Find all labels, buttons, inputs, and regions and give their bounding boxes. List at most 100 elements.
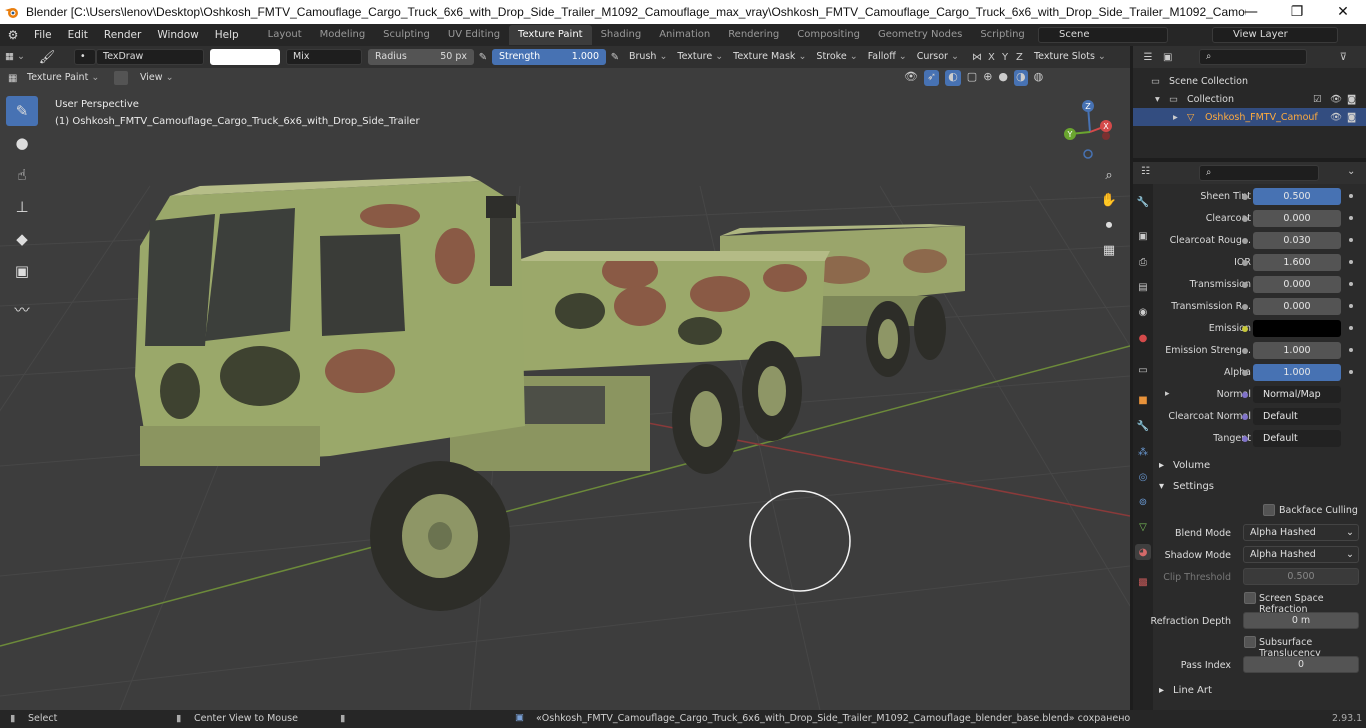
- close-button[interactable]: ✕: [1320, 0, 1366, 24]
- strength-pressure-icon[interactable]: ✎: [606, 52, 624, 63]
- screen-space-refraction-checkbox[interactable]: [1244, 592, 1256, 604]
- outliner-object-row[interactable]: ▸ ▽ Oshkosh_FMTV_Camouf 👁 ◙: [1133, 108, 1366, 126]
- camera-view-icon[interactable]: ⏺: [1098, 214, 1120, 236]
- axis-x-toggle[interactable]: X: [988, 52, 1002, 63]
- rendered-shading-icon[interactable]: ◍: [1034, 70, 1044, 86]
- properties-options-icon[interactable]: ⌄: [1347, 166, 1355, 177]
- tab-texture-paint[interactable]: Texture Paint: [509, 25, 592, 45]
- tab-animation[interactable]: Animation: [650, 25, 719, 45]
- outliner-editor-icon[interactable]: ☰: [1133, 52, 1163, 63]
- refraction-depth-field[interactable]: 0 m: [1243, 612, 1359, 629]
- tab-sculpting[interactable]: Sculpting: [374, 25, 439, 45]
- socket-icon[interactable]: [1242, 326, 1248, 332]
- socket-icon[interactable]: [1242, 348, 1248, 354]
- socket-icon[interactable]: [1242, 238, 1248, 244]
- normal-expand-icon[interactable]: ▸: [1165, 389, 1170, 399]
- brush-name-field[interactable]: TexDraw: [96, 49, 204, 65]
- menu-window[interactable]: Window: [149, 24, 206, 46]
- socket-icon[interactable]: [1242, 282, 1248, 288]
- tab-constraints-icon[interactable]: ⊚: [1135, 494, 1151, 510]
- tab-modeling[interactable]: Modeling: [311, 25, 375, 45]
- prop-value-alpha[interactable]: 1.000: [1253, 364, 1341, 381]
- prop-value-transmission[interactable]: 0.000: [1253, 276, 1341, 293]
- prop-value-clearcoat[interactable]: 0.000: [1253, 210, 1341, 227]
- scene-selector[interactable]: Scene: [1038, 27, 1168, 43]
- display-mode-icon[interactable]: ▣: [1163, 52, 1189, 63]
- strength-slider[interactable]: Strength 1.000: [492, 49, 606, 65]
- editor-type-dropdown[interactable]: ▦: [0, 48, 34, 66]
- gizmo-toggle-icon[interactable]: ➶: [923, 70, 940, 86]
- brush-color-swatch[interactable]: [210, 49, 280, 65]
- tab-shading[interactable]: Shading: [592, 25, 651, 45]
- keyframe-dot-icon[interactable]: [1349, 370, 1353, 374]
- tab-tool-icon[interactable]: 🔧: [1135, 194, 1151, 210]
- blender-menu-icon[interactable]: ⚙: [0, 24, 26, 46]
- draw-tool[interactable]: ✎: [6, 96, 38, 126]
- prop-value-normal[interactable]: Normal/Map: [1253, 386, 1341, 403]
- texture-menu[interactable]: Texture: [672, 48, 728, 66]
- backface-culling-checkbox[interactable]: [1263, 504, 1275, 516]
- menu-render[interactable]: Render: [96, 24, 149, 46]
- axis-z-toggle[interactable]: Z: [1016, 52, 1030, 63]
- menu-edit[interactable]: Edit: [60, 24, 96, 46]
- socket-icon[interactable]: [1242, 194, 1248, 200]
- outliner-scene-collection[interactable]: ▭ Scene Collection: [1133, 72, 1366, 90]
- pan-hand-icon[interactable]: ✋: [1098, 189, 1120, 211]
- properties-search-input[interactable]: ⌕: [1199, 165, 1319, 181]
- object-render-camera-icon[interactable]: ◙: [1347, 112, 1356, 123]
- tab-collection-icon[interactable]: ▭: [1135, 362, 1151, 378]
- outliner-collection[interactable]: ▾ ▭ Collection ☑ 👁 ◙: [1133, 90, 1366, 108]
- outliner-search-input[interactable]: ⌕: [1199, 49, 1307, 65]
- visibility-icon[interactable]: 👁: [904, 70, 918, 86]
- socket-icon[interactable]: [1242, 370, 1248, 376]
- tab-object-icon[interactable]: ■: [1135, 392, 1151, 408]
- shadow-mode-select[interactable]: Alpha Hashed ⌄: [1243, 546, 1359, 563]
- keyframe-dot-icon[interactable]: [1349, 304, 1353, 308]
- menu-help[interactable]: Help: [207, 24, 247, 46]
- object-hide-eye-icon[interactable]: 👁: [1330, 112, 1342, 123]
- subsurface-translucency-checkbox[interactable]: [1244, 636, 1256, 648]
- keyframe-dot-icon[interactable]: [1349, 282, 1353, 286]
- keyframe-dot-icon[interactable]: [1349, 216, 1353, 220]
- navigation-gizmo[interactable]: Z X Y: [1060, 96, 1120, 162]
- socket-icon[interactable]: [1242, 260, 1248, 266]
- tab-particles-icon[interactable]: ⁂: [1135, 444, 1151, 460]
- tab-layout[interactable]: Layout: [259, 25, 311, 45]
- view-layer-selector[interactable]: View Layer: [1212, 27, 1338, 43]
- tab-texture-icon[interactable]: ▩: [1135, 574, 1151, 590]
- wireframe-shading-icon[interactable]: ⊕: [983, 70, 992, 86]
- prop-value-ior[interactable]: 1.600: [1253, 254, 1341, 271]
- prop-value-emission[interactable]: [1253, 320, 1341, 337]
- prop-value-clearcoat-roug[interactable]: 0.030: [1253, 232, 1341, 249]
- radius-pressure-icon[interactable]: ✎: [474, 52, 492, 63]
- 3d-viewport[interactable]: [0, 46, 1130, 710]
- brush-icon[interactable]: 🖌: [34, 50, 60, 65]
- tab-uv-editing[interactable]: UV Editing: [439, 25, 509, 45]
- symmetry-icon[interactable]: ⋈: [972, 52, 988, 63]
- menu-file[interactable]: File: [26, 24, 60, 46]
- tab-modifiers-icon[interactable]: 🔧: [1135, 418, 1151, 434]
- prop-value-tangent[interactable]: Default: [1253, 430, 1341, 447]
- texture-slots-menu[interactable]: Texture Slots: [1030, 48, 1111, 66]
- annotate-tool[interactable]: 〰: [6, 294, 38, 324]
- tab-scene-icon[interactable]: ◉: [1135, 304, 1151, 320]
- tab-physics-icon[interactable]: ◎: [1135, 469, 1151, 485]
- mode-dropdown[interactable]: Texture Paint: [22, 69, 108, 87]
- falloff-menu[interactable]: Falloff: [863, 48, 912, 66]
- radius-slider[interactable]: Radius 50 px: [368, 49, 474, 65]
- brush-data-icon[interactable]: •: [74, 49, 96, 65]
- tab-compositing[interactable]: Compositing: [788, 25, 869, 45]
- collapse-icon[interactable]: ▾: [1155, 94, 1169, 105]
- fill-tool[interactable]: ◆: [6, 224, 38, 254]
- prop-value-sheen-tint[interactable]: 0.500: [1253, 188, 1341, 205]
- overlay-toggle-icon[interactable]: ◐: [945, 70, 961, 86]
- socket-icon[interactable]: [1242, 436, 1248, 442]
- stroke-menu[interactable]: Stroke: [811, 48, 862, 66]
- brush-menu[interactable]: Brush: [624, 48, 672, 66]
- mask-toggle-icon[interactable]: [114, 71, 128, 85]
- socket-icon[interactable]: [1242, 216, 1248, 222]
- minimize-button[interactable]: —: [1228, 0, 1274, 24]
- keyframe-dot-icon[interactable]: [1349, 260, 1353, 264]
- include-checkbox-icon[interactable]: ☑: [1313, 94, 1322, 105]
- filter-icon[interactable]: ⊽: [1307, 52, 1347, 63]
